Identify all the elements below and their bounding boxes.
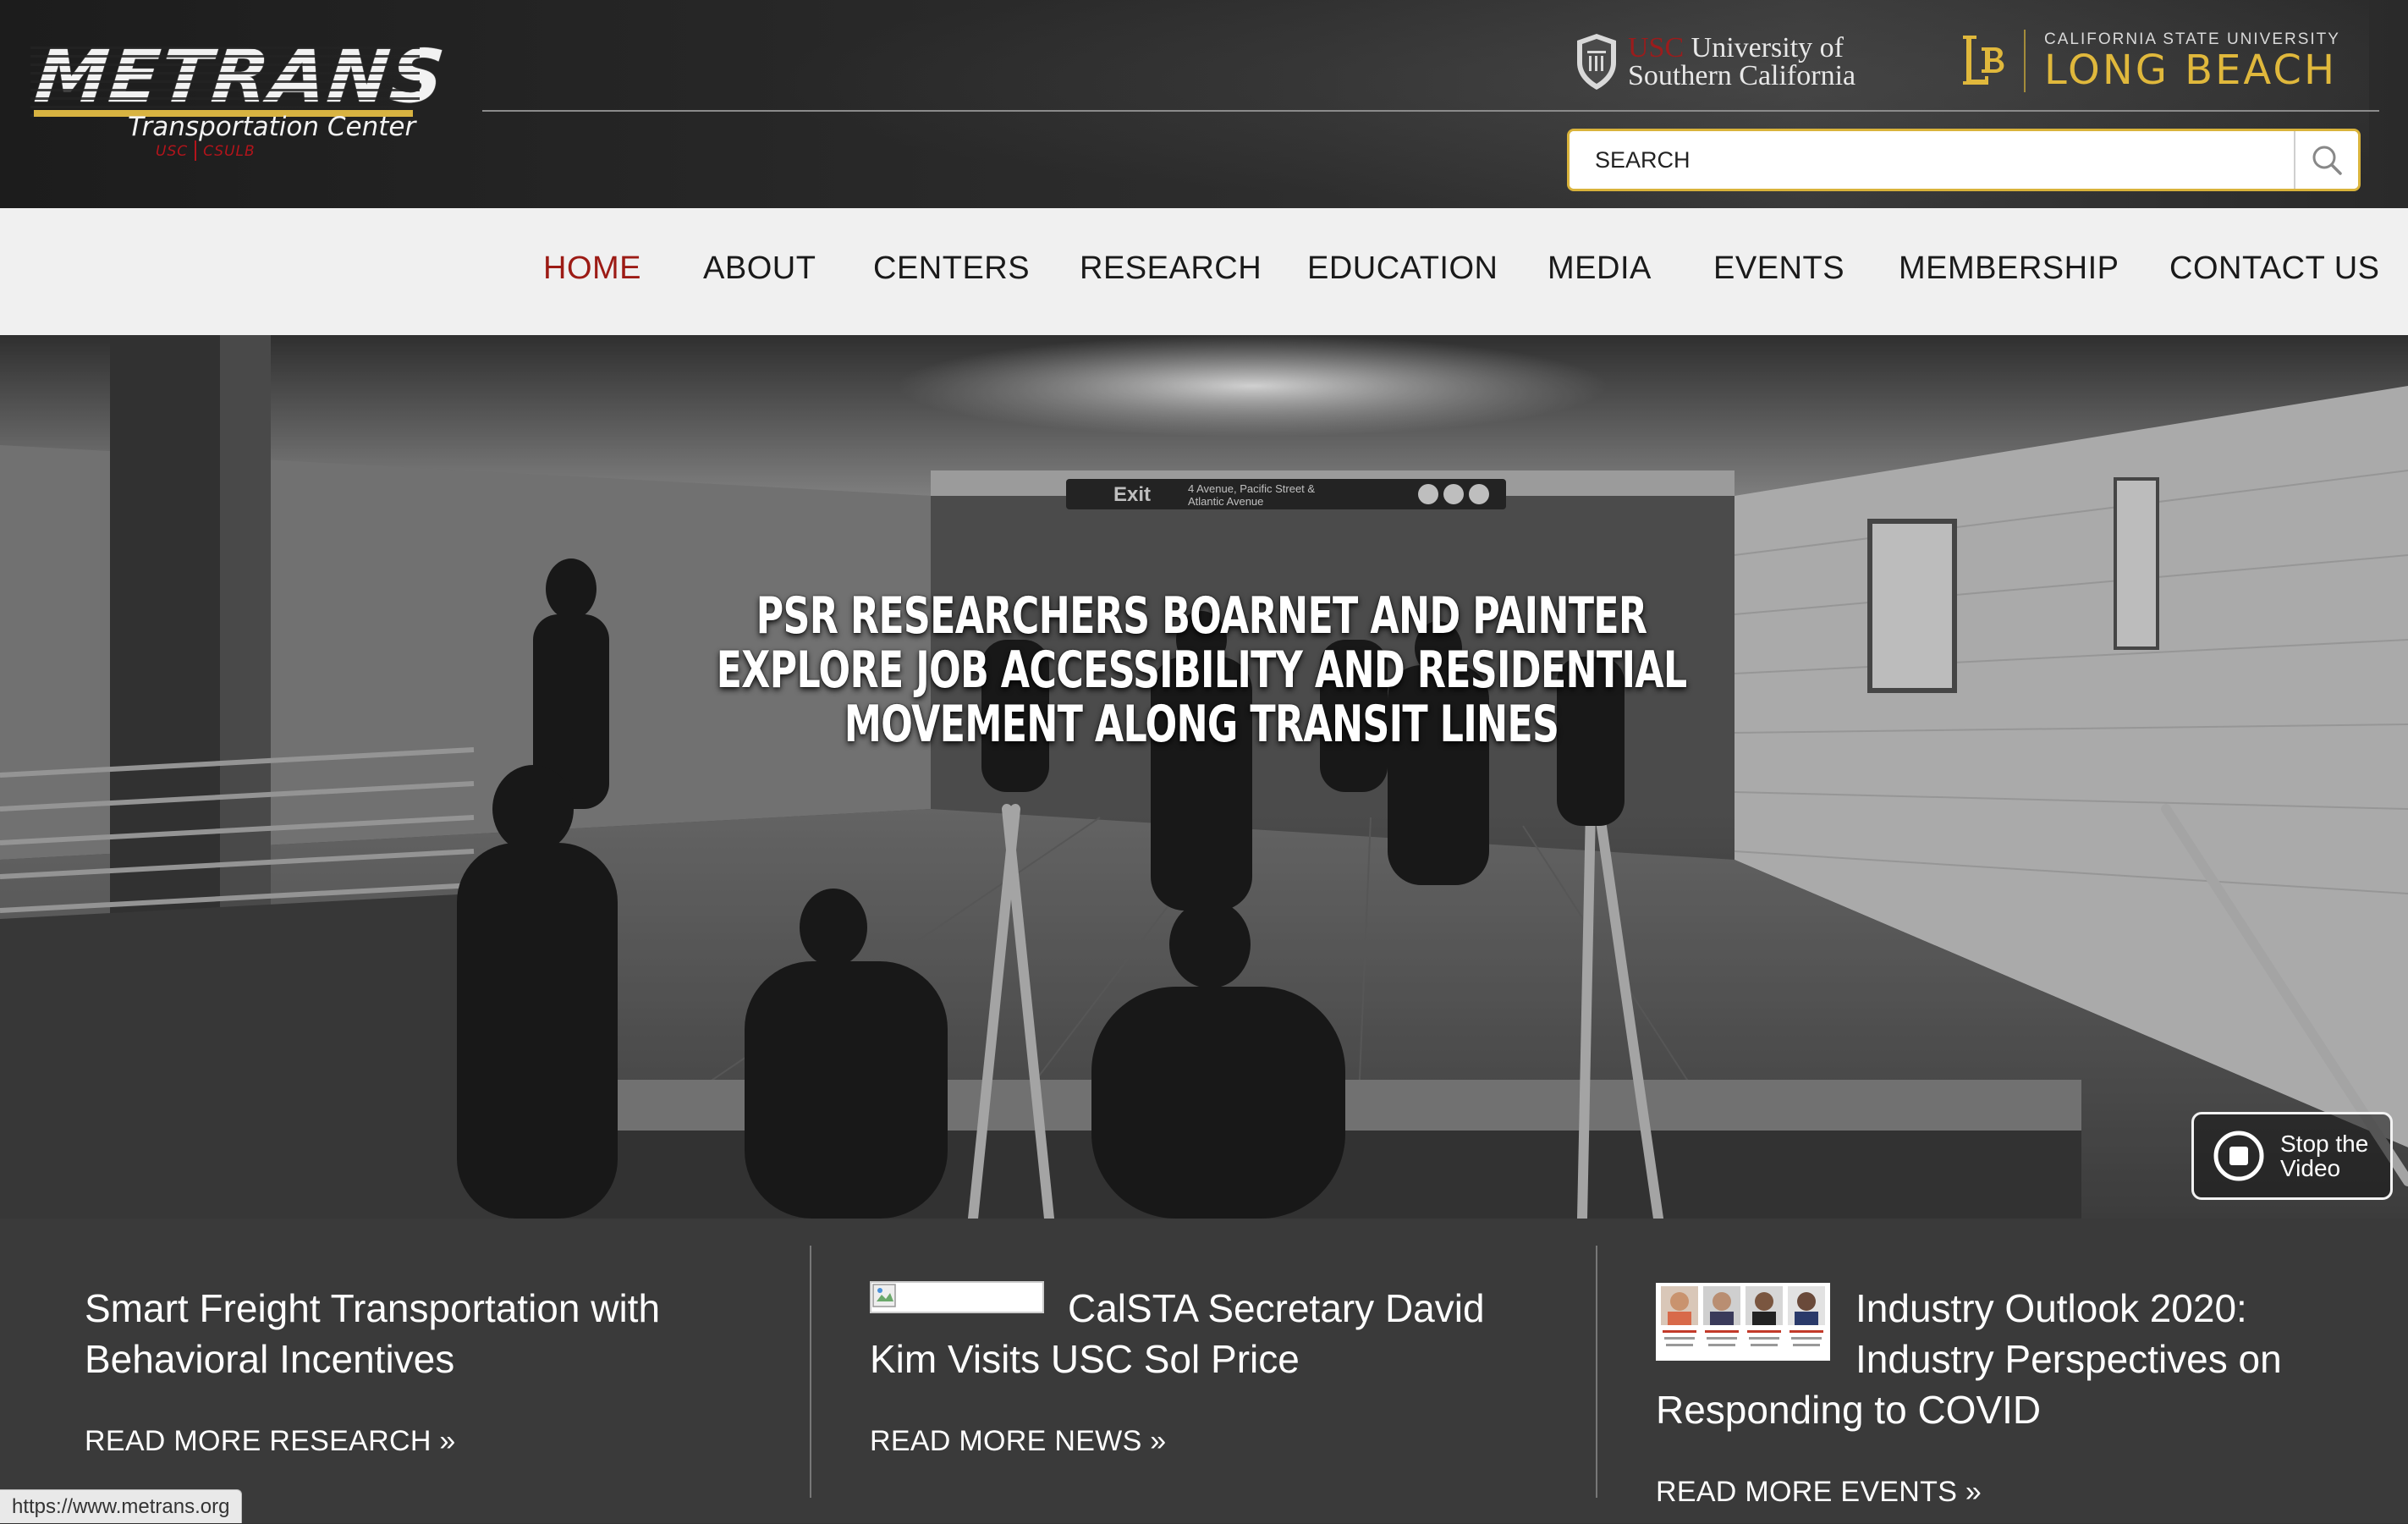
logo-wordmark: METRANS [30,35,449,119]
nav-home[interactable]: HOME [543,250,641,287]
usc-wordmark: USC University of Southern California [1628,32,1856,91]
usc-seal-icon [1577,34,1616,90]
nav-events[interactable]: EVENTS [1713,250,1844,287]
nav-membership[interactable]: MEMBERSHIP [1899,250,2119,287]
events-thumbnail-image[interactable] [1656,1283,1830,1361]
featured-items: Smart Freight Transportation with Behavi… [0,1219,2408,1523]
usc-line1: University of [1691,32,1844,63]
nav-about[interactable]: ABOUT [703,250,816,287]
stop-video-button[interactable]: Stop the Video [2191,1112,2393,1200]
nav-education[interactable]: EDUCATION [1307,250,1498,287]
usc-line2: Southern California [1628,60,1856,91]
main-nav: HOME ABOUT CENTERS RESEARCH EDUCATION ME… [0,208,2408,335]
subway-scene-image: Exit 4 Avenue, Pacific Street & Atlantic… [0,335,2408,1219]
usc-prefix: USC [1628,32,1685,63]
usc-logo[interactable]: USC University of Southern California [1574,32,1855,91]
read-more-news-link[interactable]: READ MORE NEWS » [870,1425,1167,1458]
news-thumbnail-image[interactable] [870,1281,1044,1313]
nav-research[interactable]: RESEARCH [1080,250,1262,287]
read-more-events-link[interactable]: READ MORE EVENTS » [1656,1476,1982,1509]
nav-media[interactable]: MEDIA [1548,250,1652,287]
logo-tag-separator [195,140,197,161]
nav-contact-us[interactable]: CONTACT US [2169,250,2380,287]
hero-video: Exit 4 Avenue, Pacific Street & Atlantic… [0,335,2408,1219]
search-button[interactable] [2294,131,2358,189]
status-bar-url: https://www.metrans.org [0,1489,243,1523]
search-icon [2312,146,2342,175]
logo-tag-usc: USC [156,143,189,160]
column-divider [1596,1246,1597,1498]
stop-video-label: Stop the Video [2280,1131,2369,1181]
column-divider [810,1246,811,1498]
broken-image-icon [872,1284,896,1307]
feature-news: CalSTA Secretary David Kim Visits USC So… [870,1281,1547,1384]
lb-big-text: LONG BEACH [2044,46,2338,94]
logo-tag-csulb: CSULB [203,143,256,160]
hero-title[interactable]: PSR RESEARCHERS BOARNET AND PAINTER EXPL… [713,589,1690,751]
header-divider [482,110,2379,112]
csulb-logo[interactable]: CALIFORNIA STATE UNIVERSITY LONG BEACH [1956,27,2340,95]
search-bar [1567,129,2361,191]
stop-circle-icon [2213,1131,2264,1181]
feature-research: Smart Freight Transportation with Behavi… [85,1283,761,1384]
panel-speakers-image [1656,1283,1830,1361]
logo-subtitle: Transportation Center [128,112,416,142]
metrans-logo[interactable]: METRANS Transportation Center USC CSULB [30,35,449,168]
lb-wordmark: CALIFORNIA STATE UNIVERSITY LONG BEACH [2044,30,2340,91]
feature-news-title[interactable]: CalSTA Secretary David Kim Visits USC So… [870,1281,1547,1384]
feature-research-title[interactable]: Smart Freight Transportation with Behavi… [85,1283,761,1384]
nav-centers[interactable]: CENTERS [873,250,1030,287]
feature-events: Industry Outlook 2020: Industry Perspect… [1656,1283,2316,1435]
lb-divider [2024,30,2026,92]
search-input[interactable] [1570,131,2294,189]
logo-tags: USC CSULB [156,140,256,161]
read-more-research-link[interactable]: READ MORE RESEARCH » [85,1425,456,1458]
site-header: METRANS Transportation Center USC CSULB U… [0,0,2408,208]
lb-monogram-icon [1963,36,2004,85]
